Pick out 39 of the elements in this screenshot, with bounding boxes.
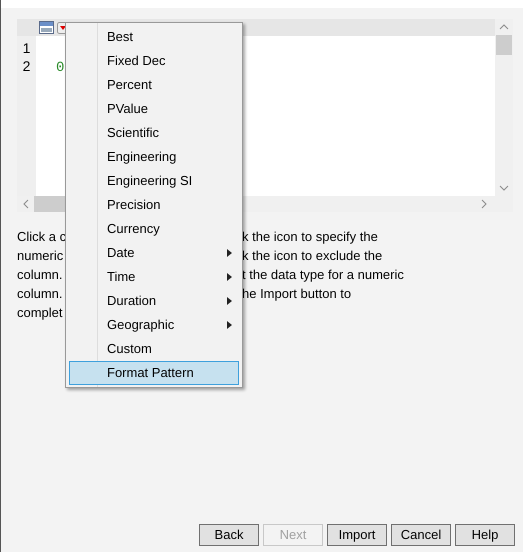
menu-item[interactable]: Scientific [69, 121, 239, 145]
row-number: 2 [22, 57, 30, 75]
menu-item[interactable]: Engineering [69, 145, 239, 169]
menu-item[interactable]: Precision [69, 193, 239, 217]
instruction-text: column. [17, 286, 63, 301]
menu-item[interactable]: PValue [69, 97, 239, 121]
instruction-text: k the icon to specify the [242, 228, 378, 246]
submenu-arrow-icon [227, 249, 232, 257]
dialog-button[interactable]: Import [327, 524, 387, 546]
scroll-left-icon[interactable] [21, 199, 31, 209]
menu-item[interactable]: Duration [69, 289, 239, 313]
menu-item[interactable]: Custom [69, 337, 239, 361]
menu-item[interactable]: Currency [69, 217, 239, 241]
scroll-thumb[interactable] [496, 35, 512, 55]
dialog-button[interactable]: Help [455, 524, 515, 546]
menu-item[interactable]: Engineering SI [69, 169, 239, 193]
numeric-column-icon[interactable] [39, 21, 54, 34]
menu-item[interactable]: Fixed Dec [69, 49, 239, 73]
submenu-arrow-icon [227, 321, 232, 329]
instruction-text: k the icon to exclude the [242, 247, 382, 265]
menu-item[interactable]: Best [69, 25, 239, 49]
instruction-text: complet [17, 305, 63, 320]
menu-item[interactable]: Time [69, 265, 239, 289]
row-number: 1 [22, 39, 30, 57]
instruction-text: numeric [17, 248, 64, 263]
submenu-arrow-icon [227, 297, 232, 305]
submenu-arrow-icon [227, 273, 232, 281]
scroll-up-icon[interactable] [499, 22, 509, 32]
scroll-right-icon[interactable] [479, 199, 489, 209]
table-cell: 0 [56, 60, 64, 76]
instruction-text: column. [17, 267, 63, 282]
instruction-text: he Import button to [242, 285, 352, 303]
dialog-button[interactable]: Cancel [391, 524, 451, 546]
menu-item[interactable]: Date [69, 241, 239, 265]
menu-item[interactable]: Geographic [69, 313, 239, 337]
menu-item[interactable]: Percent [69, 73, 239, 97]
dialog-button[interactable]: Back [199, 524, 259, 546]
menu-item[interactable]: Format Pattern [69, 361, 239, 385]
scroll-down-icon[interactable] [499, 183, 509, 193]
